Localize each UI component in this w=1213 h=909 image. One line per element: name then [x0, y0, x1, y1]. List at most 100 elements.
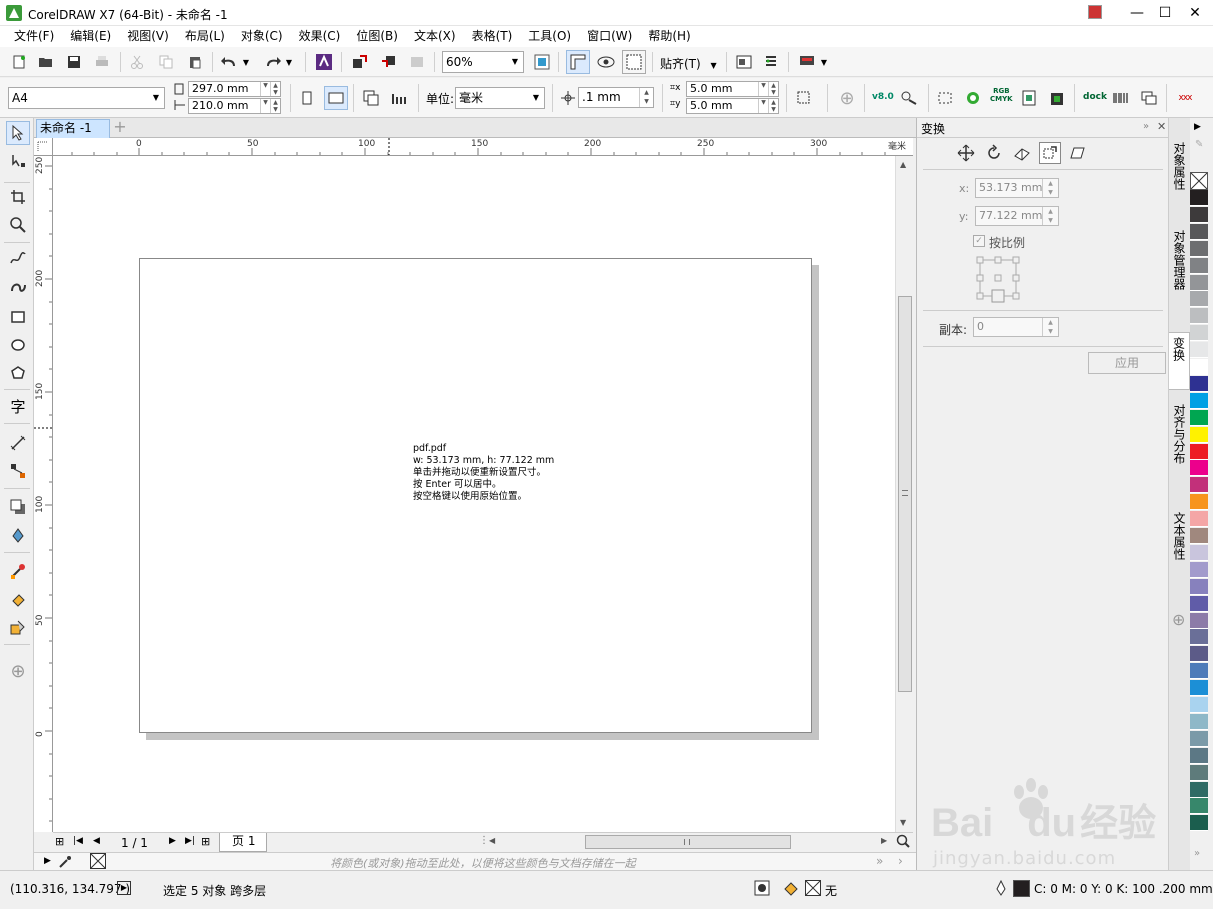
- menu-text[interactable]: 文本(X): [406, 26, 464, 47]
- treat-as-filled-icon[interactable]: [793, 87, 815, 109]
- rectangle-tool-icon[interactable]: [6, 305, 30, 329]
- color-swatch[interactable]: [1190, 409, 1208, 426]
- import-icon[interactable]: [349, 51, 371, 73]
- apply-button[interactable]: 应用: [1088, 352, 1166, 374]
- undo-icon[interactable]: [219, 51, 241, 73]
- menu-window[interactable]: 窗口(W): [579, 26, 640, 47]
- color-swatch[interactable]: [1190, 578, 1208, 595]
- tab-object-manager[interactable]: 对象管理器: [1169, 226, 1190, 324]
- copies-field[interactable]: 0 ▲ ▼: [973, 317, 1059, 337]
- color-swatch[interactable]: [1190, 730, 1208, 747]
- color-swatch[interactable]: [1190, 308, 1208, 325]
- color-proofing-icon[interactable]: [754, 880, 770, 899]
- color-swatch[interactable]: [1190, 764, 1208, 781]
- smart-fill-icon[interactable]: [6, 615, 30, 639]
- artistic-media-icon[interactable]: [6, 275, 30, 299]
- color-swatch[interactable]: [1190, 544, 1208, 561]
- add-page-after-icon[interactable]: ⊞: [201, 835, 210, 848]
- tab-object-properties[interactable]: 对象属性: [1169, 138, 1190, 220]
- cut-icon[interactable]: [126, 51, 148, 73]
- mirror-mode-icon[interactable]: [1013, 144, 1031, 165]
- duplicate-x-field[interactable]: 5.0 mm ▼ ▲ ▼: [686, 81, 779, 97]
- color-swatch[interactable]: [1190, 561, 1208, 578]
- menu-tools[interactable]: 工具(O): [520, 26, 579, 47]
- rotate-mode-icon[interactable]: [985, 144, 1003, 165]
- guidelines-icon[interactable]: [622, 50, 646, 74]
- search-content-icon[interactable]: [313, 51, 335, 73]
- horizontal-scroll-thumb[interactable]: [585, 835, 791, 849]
- menu-help[interactable]: 帮助(H): [640, 26, 698, 47]
- zoom-level-select[interactable]: 60% ▼: [442, 51, 524, 73]
- palette-menu-icon[interactable]: ▶: [44, 856, 51, 866]
- add-tool-icon[interactable]: ⊕: [6, 659, 30, 683]
- previous-page-icon[interactable]: ◀: [93, 836, 100, 846]
- landscape-icon[interactable]: [324, 86, 348, 110]
- status-play-icon[interactable]: ▶: [117, 881, 131, 895]
- palette-eyedropper-icon[interactable]: ✎: [1195, 139, 1203, 150]
- menu-file[interactable]: 文件(F): [6, 26, 62, 47]
- color-swatch[interactable]: [1190, 494, 1208, 511]
- dimension-tool-icon[interactable]: [6, 431, 30, 455]
- duplicate-y-field[interactable]: 5.0 mm ▼ ▲ ▼: [686, 98, 779, 114]
- layers-icon[interactable]: [1138, 87, 1160, 109]
- add-docker-icon[interactable]: ⊕: [1172, 610, 1185, 629]
- copies-stepper-icon[interactable]: ▲ ▼: [1042, 318, 1058, 336]
- polygon-tool-icon[interactable]: [6, 361, 30, 385]
- show-view-icon[interactable]: [595, 51, 617, 73]
- color-swatch[interactable]: [1190, 223, 1208, 240]
- new-tab-icon[interactable]: +: [112, 119, 128, 136]
- redo-dropdown-icon[interactable]: ▼: [283, 51, 295, 73]
- shape-tool-icon[interactable]: [6, 149, 30, 173]
- macro-tool-icon[interactable]: [898, 87, 920, 109]
- anchor-grid[interactable]: [975, 255, 1021, 306]
- no-color-swatch[interactable]: [90, 853, 106, 869]
- add-toolbar-icon[interactable]: ⊕: [836, 87, 858, 109]
- tab-transform[interactable]: 变换: [1169, 332, 1190, 390]
- redo-icon[interactable]: [261, 51, 283, 73]
- color-swatch[interactable]: [1190, 713, 1208, 730]
- color-swatch[interactable]: [1190, 426, 1208, 443]
- color-swatch[interactable]: [1190, 747, 1208, 764]
- color-swatch[interactable]: [1190, 443, 1208, 460]
- scroll-left-icon[interactable]: ◀: [489, 836, 495, 845]
- close-button[interactable]: ✕: [1178, 0, 1212, 26]
- menu-object[interactable]: 对象(C): [233, 26, 291, 47]
- color-wheel-icon[interactable]: [962, 87, 984, 109]
- next-page-icon[interactable]: ▶: [169, 836, 176, 846]
- color-swatch[interactable]: [1190, 477, 1208, 494]
- menu-layout[interactable]: 布局(L): [177, 26, 233, 47]
- snap-to-dropdown[interactable]: 贴齐(T) ▼: [660, 55, 717, 72]
- nudge-distance-field[interactable]: .1 mm ▲ ▼: [578, 87, 654, 108]
- publish-pdf-icon[interactable]: [406, 51, 428, 73]
- vertical-scroll-thumb[interactable]: [898, 296, 912, 692]
- palette-options-icon[interactable]: ▶: [1194, 122, 1201, 132]
- color-swatch[interactable]: [1190, 206, 1208, 223]
- welcome-screen-icon[interactable]: [796, 51, 818, 73]
- skew-mode-icon[interactable]: [1069, 144, 1087, 165]
- tab-text-properties[interactable]: 文本属性: [1169, 508, 1190, 588]
- first-page-icon[interactable]: |◀: [73, 836, 83, 846]
- navigator-zoom-icon[interactable]: [896, 834, 910, 851]
- docker-collapse-icon[interactable]: »: [1143, 121, 1149, 132]
- size-y-field[interactable]: 77.122 mm ▲ ▼: [975, 206, 1059, 226]
- text-tool-icon[interactable]: 字: [6, 394, 30, 418]
- document-info-icon[interactable]: [1018, 87, 1040, 109]
- palette-expand-icon[interactable]: ›: [898, 854, 903, 868]
- color-swatch[interactable]: [1190, 646, 1208, 663]
- size-x-field[interactable]: 53.173 mm ▲ ▼: [975, 178, 1059, 198]
- open-folder-icon[interactable]: [35, 51, 57, 73]
- page-tab-1[interactable]: 页 1: [219, 833, 267, 852]
- color-swatch[interactable]: [1190, 798, 1208, 815]
- proportional-checkbox[interactable]: ✓: [973, 235, 985, 247]
- page-width-field[interactable]: 297.0 mm ▼ ▲ ▼: [188, 81, 281, 97]
- last-page-icon[interactable]: ▶|: [185, 836, 195, 846]
- scroll-right-icon[interactable]: ▶: [881, 836, 887, 845]
- color-swatch[interactable]: [1190, 781, 1208, 798]
- color-swatch[interactable]: [1190, 528, 1208, 544]
- no-fill-swatch[interactable]: [1190, 172, 1208, 190]
- page-size-select[interactable]: A4 ▼: [8, 87, 165, 109]
- color-swatch[interactable]: [1190, 511, 1208, 528]
- palette-scroll-right-icon[interactable]: »: [876, 854, 883, 868]
- color-swatch[interactable]: [1190, 190, 1208, 206]
- color-swatch[interactable]: [1190, 663, 1208, 680]
